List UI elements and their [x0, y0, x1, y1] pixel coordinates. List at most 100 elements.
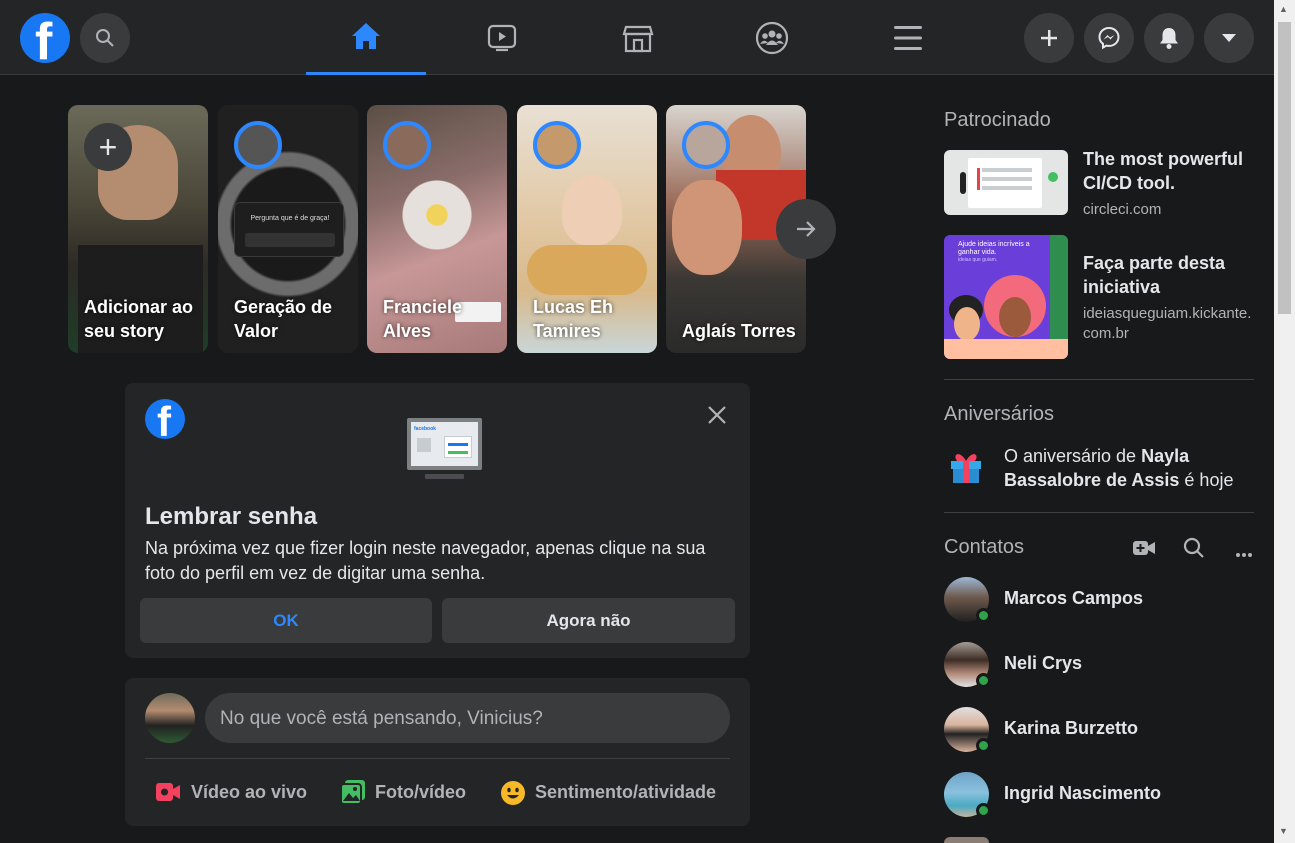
tab-watch[interactable] [442, 0, 562, 75]
feeling-activity-button[interactable]: Sentimento/atividade [490, 773, 730, 813]
feeling-activity-label: Sentimento/atividade [535, 782, 717, 802]
birthday-text[interactable]: O aniversário de Nayla Bassalobre de Ass… [1004, 444, 1254, 492]
contact-name: Karina Burzetto [1004, 718, 1139, 738]
gift-icon [948, 448, 984, 489]
stories-next-button[interactable] [776, 199, 836, 259]
ad-url: ideiasqueguiam.kickante.com.br [1083, 305, 1252, 342]
new-room-button[interactable] [1132, 538, 1156, 563]
messenger-button[interactable] [1084, 13, 1134, 63]
scroll-up-arrow-icon[interactable]: ▲ [1279, 4, 1288, 14]
hamburger-menu-icon [894, 25, 922, 50]
contact-name: Neli Crys [1004, 653, 1083, 673]
account-menu-button[interactable] [1204, 13, 1254, 63]
photo-video-label: Foto/vídeo [375, 782, 466, 802]
online-status-dot [976, 608, 991, 623]
prompt-body: Na próxima vez que fizer login neste nav… [145, 538, 706, 583]
composer-placeholder: No que você está pensando, Vinicius? [220, 708, 543, 729]
story-photo-bread [527, 245, 647, 295]
ad-title[interactable]: The most powerful CI/CD tool. [1083, 147, 1255, 195]
ad-image-kickante[interactable]: Ajude ideias incríveis a ganhar vida. id… [944, 235, 1068, 359]
contact-item[interactable]: Neli Crys [944, 642, 1254, 692]
live-video-icon [156, 783, 180, 801]
scrollbar-thumb[interactable] [1278, 22, 1291, 314]
divider [944, 379, 1254, 380]
user-avatar[interactable] [145, 693, 195, 743]
online-status-dot [976, 803, 991, 818]
contacts-options-button[interactable] [1235, 545, 1253, 563]
computer-illustration: facebook [407, 418, 482, 479]
contact-name: Marcos Campos [1004, 588, 1144, 608]
online-status-dot [976, 673, 991, 688]
close-icon [708, 406, 726, 424]
notifications-button[interactable] [1144, 13, 1194, 63]
add-story-plus-icon[interactable]: + [84, 123, 132, 171]
prompt-title: Lembrar senha [145, 503, 318, 530]
contact-item[interactable]: Marcos Campos [944, 577, 1254, 627]
photo-video-button[interactable]: Foto/vídeo [330, 773, 480, 813]
logo-letter: f [35, 13, 53, 63]
close-button[interactable] [707, 405, 727, 430]
story-name: Adicionar ao seu story [84, 297, 194, 341]
tab-home[interactable] [306, 0, 426, 75]
story-name: Geração de Valor [234, 297, 333, 341]
story-question-text: Pergunta que é de graça! [250, 215, 330, 222]
contact-name: Ingrid Nascimento [1004, 783, 1162, 803]
search-contacts-button[interactable] [1183, 537, 1205, 564]
feeling-icon [501, 781, 525, 805]
story-question-card: Pergunta que é de graça! [234, 202, 344, 257]
story-photo-face [672, 180, 742, 275]
create-button[interactable] [1024, 13, 1074, 63]
home-icon [352, 23, 380, 49]
facebook-logo-icon: f [145, 399, 185, 439]
contact-item[interactable]: Ingrid Nascimento [944, 772, 1254, 822]
marketplace-icon [622, 25, 654, 52]
story-avatar [383, 121, 431, 169]
page-scrollbar[interactable]: ▲ ▼ [1274, 0, 1295, 843]
sponsored-heading: Patrocinado [944, 109, 1051, 131]
search-icon [96, 29, 114, 47]
story-photo-flower [397, 175, 477, 255]
live-video-label: Vídeo ao vivo [191, 782, 308, 802]
story-question-field [245, 233, 335, 247]
facebook-logo[interactable]: f [20, 13, 70, 63]
story-card-add[interactable]: + Adicionar ao seu story [68, 105, 208, 353]
tab-menu[interactable] [848, 0, 968, 75]
story-avatar [234, 121, 282, 169]
top-navigation-bar: f [0, 0, 1274, 75]
arrow-right-icon [797, 221, 816, 237]
caret-down-icon [1222, 34, 1236, 42]
divider [145, 758, 730, 759]
story-name: Aglaís Torres [682, 321, 796, 341]
live-video-button[interactable]: Vídeo ao vivo [145, 773, 320, 813]
story-avatar [682, 121, 730, 169]
contact-item[interactable]: Karina Burzetto [944, 707, 1254, 757]
watch-icon [487, 24, 517, 51]
photo-icon [340, 780, 365, 805]
tab-marketplace[interactable] [578, 0, 698, 75]
ok-button[interactable]: OK [140, 598, 432, 643]
search-button[interactable] [80, 13, 130, 63]
story-card[interactable]: Franciele Alves [367, 105, 507, 353]
plus-icon [1041, 30, 1057, 46]
ad-url: circleci.com [1083, 201, 1162, 218]
post-composer: No que você está pensando, Vinicius? Víd… [125, 678, 750, 826]
groups-icon [755, 21, 789, 54]
story-name: Lucas Eh Tamires [533, 297, 614, 341]
scroll-down-arrow-icon[interactable]: ▼ [1279, 826, 1288, 836]
messenger-icon [1098, 26, 1120, 50]
remember-password-card: f facebook Lembrar senha Na próxima vez … [125, 383, 750, 658]
video-camera-plus-icon [1133, 541, 1155, 555]
birthdays-heading: Aniversários [944, 403, 1055, 425]
story-photo-baby [562, 175, 622, 245]
not-now-button[interactable]: Agora não [442, 598, 735, 643]
ad-image-circleci[interactable] [944, 150, 1068, 215]
tab-groups[interactable] [712, 0, 832, 75]
whats-on-your-mind-input[interactable]: No que você está pensando, Vinicius? [205, 693, 730, 743]
online-status-dot [976, 738, 991, 753]
story-card[interactable]: Pergunta que é de graça! Geração de Valo… [218, 105, 358, 353]
contacts-heading: Contatos [944, 536, 1025, 558]
ad-title[interactable]: Faça parte desta iniciativa [1083, 251, 1255, 299]
story-card[interactable]: Lucas Eh Tamires [517, 105, 657, 353]
divider [944, 512, 1254, 513]
more-options-icon [1236, 553, 1252, 557]
